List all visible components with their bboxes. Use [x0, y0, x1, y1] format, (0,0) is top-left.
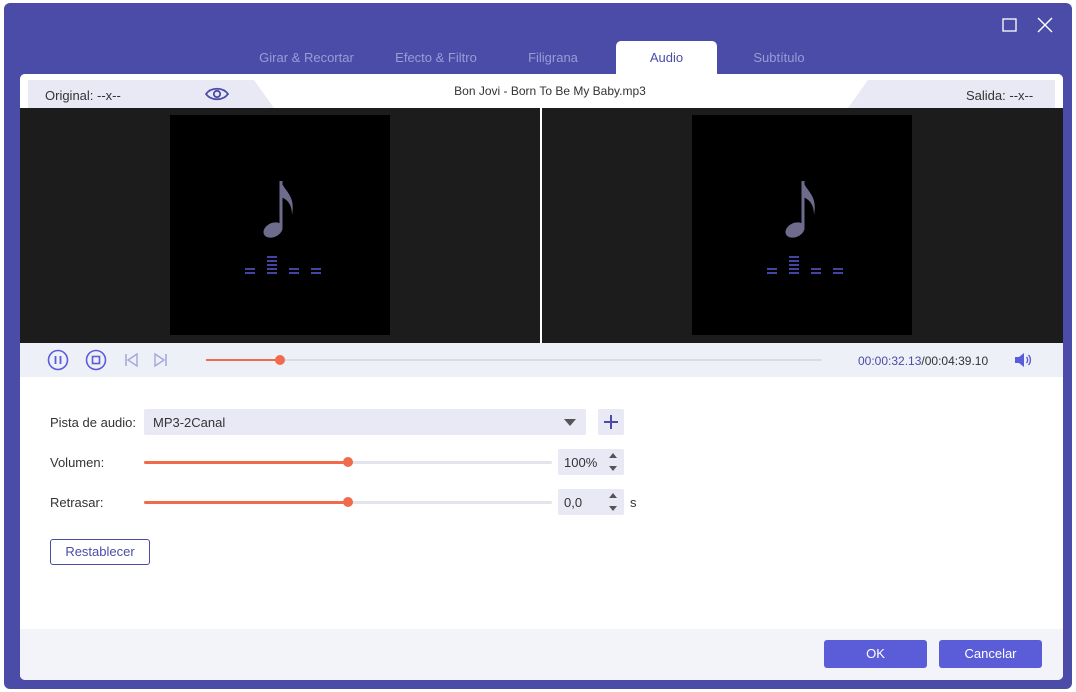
volume-fill — [144, 461, 348, 464]
time-display: 00:00:32.13/00:04:39.10 — [858, 354, 988, 368]
reset-button[interactable]: Restablecer — [50, 539, 150, 565]
delay-value: 0,0 — [564, 495, 583, 510]
edit-dialog: Girar & Recortar Efecto & Filtro Filigra… — [4, 3, 1072, 689]
delay-handle[interactable] — [343, 497, 353, 507]
player-controls: 00:00:32.13/00:04:39.10 — [20, 343, 1063, 377]
original-resolution: Original: --x-- — [45, 88, 121, 103]
audio-placeholder — [170, 115, 390, 335]
delay-label: Retrasar: — [50, 495, 104, 510]
progress-fill — [206, 359, 280, 361]
preview-area — [20, 108, 1063, 343]
output-preview — [542, 108, 1063, 343]
file-name: Bon Jovi - Born To Be My Baby.mp3 — [454, 84, 646, 98]
preview-header: Original: --x-- Bon Jovi - Born To Be My… — [20, 74, 1063, 108]
add-audio-track-button[interactable] — [598, 409, 624, 435]
stop-icon[interactable] — [85, 349, 107, 371]
output-info: Salida: --x-- — [848, 80, 1055, 108]
delay-unit: s — [630, 495, 637, 510]
tab-rotate-crop[interactable]: Girar & Recortar — [239, 41, 374, 74]
delay-slider[interactable] — [144, 497, 552, 507]
volume-handle[interactable] — [343, 457, 353, 467]
volume-label: Volumen: — [50, 455, 105, 470]
content-panel: Original: --x-- Bon Jovi - Born To Be My… — [20, 74, 1063, 680]
audio-placeholder — [692, 115, 912, 335]
output-resolution: Salida: --x-- — [966, 88, 1034, 103]
maximize-icon[interactable] — [1000, 15, 1020, 35]
audio-settings: Pista de audio: MP3-2Canal Volumen: 100%… — [20, 377, 1063, 629]
next-icon[interactable] — [149, 349, 171, 371]
ok-button[interactable]: OK — [824, 640, 927, 668]
dialog-footer: OK Cancelar — [20, 629, 1063, 680]
original-info: Original: --x-- — [28, 80, 274, 108]
audio-track-value: MP3-2Canal — [153, 415, 226, 430]
dropdown-icon — [564, 419, 576, 426]
volume-value: 100% — [564, 455, 598, 470]
delay-fill — [144, 501, 348, 504]
equalizer-icon — [245, 256, 321, 274]
spin-up-icon[interactable] — [608, 491, 618, 501]
volume-stepper[interactable]: 100% — [558, 449, 624, 475]
progress-bar[interactable] — [206, 355, 822, 365]
music-note-icon — [785, 181, 815, 238]
spin-down-icon[interactable] — [608, 503, 618, 513]
volume-icon[interactable] — [1012, 349, 1034, 371]
progress-handle[interactable] — [274, 355, 285, 365]
spin-up-icon[interactable] — [608, 451, 618, 461]
cancel-button[interactable]: Cancelar — [939, 640, 1042, 668]
volume-slider[interactable] — [144, 457, 552, 467]
delay-stepper[interactable]: 0,0 — [558, 489, 624, 515]
audio-track-label: Pista de audio: — [50, 415, 137, 430]
original-preview — [20, 108, 540, 343]
current-time: 00:00:32.13 — [858, 354, 922, 368]
pause-icon[interactable] — [47, 349, 69, 371]
music-note-icon — [263, 181, 293, 238]
equalizer-icon — [767, 256, 843, 274]
previous-icon[interactable] — [121, 349, 143, 371]
tab-effect-filter[interactable]: Efecto & Filtro — [374, 41, 498, 74]
total-time: 00:04:39.10 — [924, 354, 989, 368]
tab-audio[interactable]: Audio — [616, 41, 717, 74]
spin-down-icon[interactable] — [608, 463, 618, 473]
tab-subtitle[interactable]: Subtítulo — [724, 41, 834, 74]
eye-icon[interactable] — [204, 86, 230, 102]
audio-track-select[interactable]: MP3-2Canal — [144, 409, 586, 435]
tab-watermark[interactable]: Filigrana — [498, 41, 608, 74]
close-icon[interactable] — [1035, 15, 1055, 35]
